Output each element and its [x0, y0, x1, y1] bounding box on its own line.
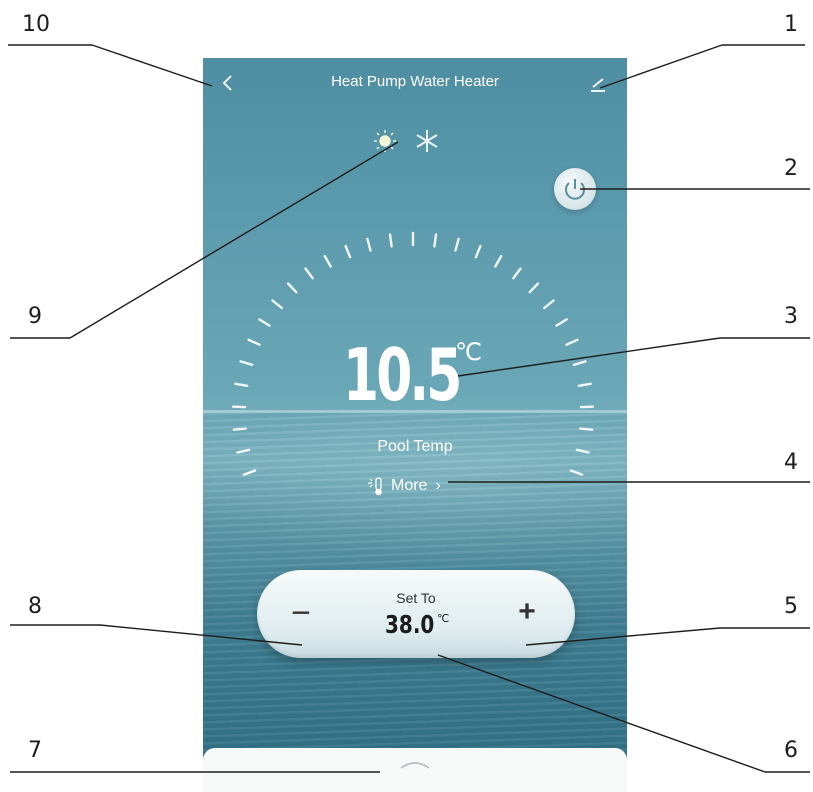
set-to-label: Set To	[396, 590, 436, 606]
thermometer-icon	[365, 475, 387, 497]
dial-tick	[543, 299, 555, 310]
dial-tick	[494, 254, 503, 268]
dial-tick	[236, 448, 251, 454]
callout-5: 5	[784, 594, 798, 619]
increase-button[interactable]: +	[511, 596, 543, 628]
callout-3: 3	[784, 304, 798, 329]
dial-tick	[234, 382, 249, 387]
dial-tick	[366, 237, 372, 252]
leader-10-diag	[91, 44, 213, 87]
dial-tick	[474, 244, 482, 259]
current-temperature-unit: ℃	[455, 338, 482, 366]
dial-tick	[239, 360, 254, 366]
setpoint-control: − Set To 38.0 ℃ +	[257, 570, 575, 658]
dial-tick	[528, 282, 540, 294]
temperature-dial-ticks	[231, 231, 595, 476]
callout-7: 7	[28, 738, 42, 763]
dial-tick	[286, 282, 298, 294]
bottom-drawer[interactable]	[203, 748, 627, 792]
chevron-right-icon: ›	[435, 477, 441, 494]
dial-tick	[242, 469, 257, 476]
callout-6: 6	[784, 738, 798, 763]
dial-tick	[569, 469, 584, 476]
dial-tick	[388, 233, 393, 248]
dial-tick	[454, 237, 460, 252]
more-label: More	[391, 477, 428, 494]
chevron-up-icon	[400, 762, 430, 769]
dial-tick	[247, 338, 261, 346]
dial-tick	[271, 299, 284, 310]
dial-tick	[304, 267, 314, 280]
setpoint-unit: ℃	[437, 612, 450, 625]
callout-2: 2	[784, 156, 798, 181]
dial-tick	[232, 427, 247, 431]
callout-1: 1	[784, 12, 798, 37]
callout-8: 8	[28, 594, 42, 619]
phone-screen: Heat Pump Water Heater 10.5 ℃ Pool Temp …	[203, 58, 627, 792]
callout-4: 4	[784, 450, 798, 475]
dial-tick	[579, 427, 594, 431]
dial-tick	[323, 254, 332, 268]
dial-tick	[555, 318, 568, 327]
callout-9: 9	[28, 304, 42, 329]
callout-10: 10	[22, 12, 50, 37]
dial-tick	[565, 338, 579, 346]
dial-tick	[577, 382, 592, 387]
setpoint-value: 38.0	[385, 610, 435, 639]
dial-tick	[258, 318, 271, 327]
pool-temp-label: Pool Temp	[377, 438, 453, 455]
dial-tick	[512, 267, 522, 280]
current-temperature: 10.5	[343, 333, 462, 417]
dial-tick	[572, 360, 587, 366]
dial-tick	[575, 448, 590, 454]
more-link[interactable]: More ›	[365, 474, 475, 498]
dial-tick	[433, 233, 438, 248]
decrease-button[interactable]: −	[285, 596, 317, 630]
dial-tick	[344, 244, 352, 259]
